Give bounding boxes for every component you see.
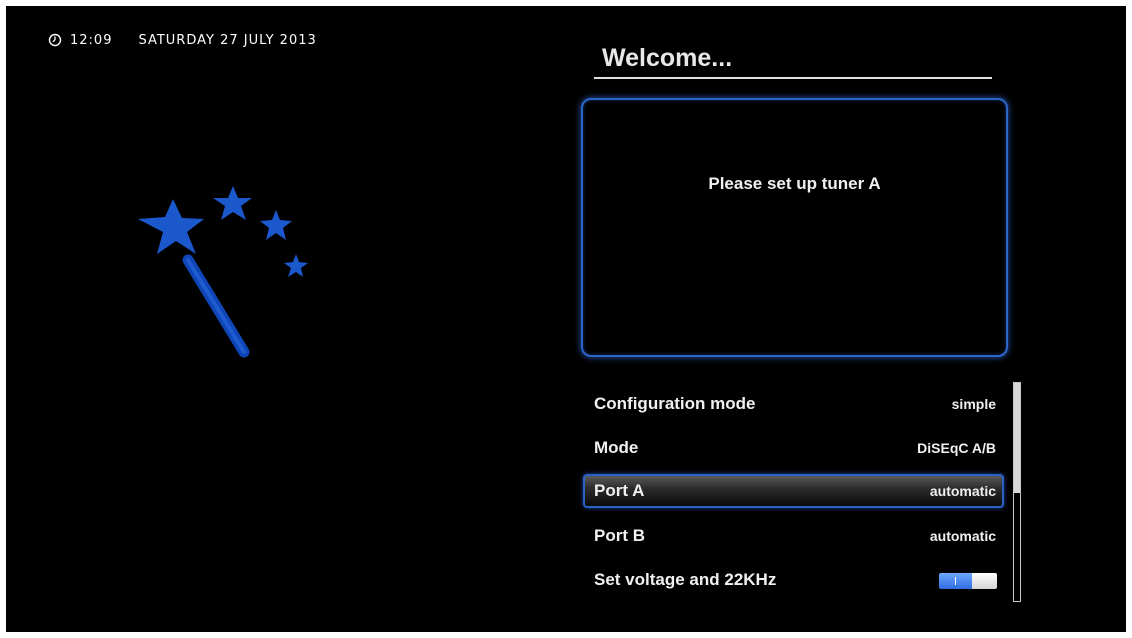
setting-label: Port B (594, 526, 645, 545)
setting-port-b[interactable]: Port B automatic (583, 513, 1003, 557)
clock-time: 12:09 (70, 32, 113, 48)
clock-icon (48, 33, 62, 47)
setting-value: automatic (929, 483, 996, 499)
setting-label: Port A (594, 481, 645, 500)
wizard-title: Welcome... (602, 44, 733, 72)
toggle-off-indicator (972, 573, 997, 589)
setting-voltage-22khz[interactable]: Set voltage and 22KHz (583, 557, 1003, 601)
voltage-toggle[interactable] (939, 573, 997, 589)
scrollbar-thumb[interactable] (1014, 383, 1020, 493)
setting-mode[interactable]: Mode DiSEqC A/B (583, 425, 1003, 469)
info-text: Please set up tuner A (708, 174, 881, 193)
setting-value: automatic (929, 528, 996, 544)
setting-label: Set voltage and 22KHz (594, 570, 777, 589)
title-divider (594, 77, 992, 79)
info-panel: Please set up tuner A (581, 98, 1008, 357)
settings-list: Configuration mode simple Mode DiSEqC A/… (583, 381, 1004, 601)
setting-port-a[interactable]: Port A automatic (583, 469, 1004, 513)
wizard-screen: 12:09 SATURDAY 27 JULY 2013 Welcome... P… (6, 6, 1126, 632)
status-clock: 12:09 SATURDAY 27 JULY 2013 (48, 30, 317, 50)
clock-date: SATURDAY 27 JULY 2013 (138, 32, 317, 48)
magic-wand-icon (138, 186, 308, 358)
list-scrollbar[interactable] (1013, 382, 1021, 602)
setting-label: Mode (594, 438, 639, 457)
setting-value: simple (951, 396, 996, 412)
setting-label: Configuration mode (594, 394, 756, 413)
setting-value: DiSEqC A/B (917, 440, 996, 456)
setting-configuration-mode[interactable]: Configuration mode simple (583, 381, 1003, 425)
toggle-on-indicator (939, 573, 972, 589)
